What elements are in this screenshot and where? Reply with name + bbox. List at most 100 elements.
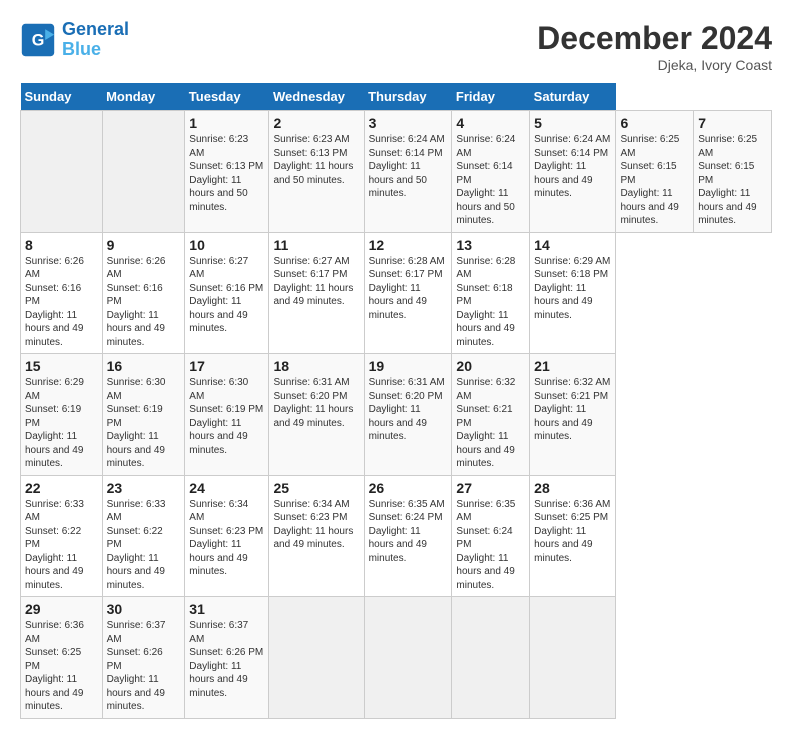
day-number: 23: [107, 480, 181, 496]
calendar-cell: 9 Sunrise: 6:26 AM Sunset: 6:16 PM Dayli…: [102, 232, 185, 354]
day-number: 25: [273, 480, 359, 496]
day-info: Sunrise: 6:27 AM Sunset: 6:16 PM Dayligh…: [189, 256, 263, 335]
weekday-header-wednesday: Wednesday: [269, 83, 364, 111]
page-header: G General Blue December 2024 Djeka, Ivor…: [20, 20, 772, 73]
logo-line2: Blue: [62, 39, 101, 59]
weekday-header-monday: Monday: [102, 83, 185, 111]
calendar-cell: 24 Sunrise: 6:34 AM Sunset: 6:23 PM Dayl…: [185, 475, 269, 597]
calendar-cell: [452, 597, 530, 719]
day-info: Sunrise: 6:25 AM Sunset: 6:15 PM Dayligh…: [698, 134, 757, 226]
day-info: Sunrise: 6:32 AM Sunset: 6:21 PM Dayligh…: [534, 377, 610, 442]
calendar-week-row: 8 Sunrise: 6:26 AM Sunset: 6:16 PM Dayli…: [21, 232, 772, 354]
weekday-header-friday: Friday: [452, 83, 530, 111]
calendar-cell: 13 Sunrise: 6:28 AM Sunset: 6:18 PM Dayl…: [452, 232, 530, 354]
day-number: 1: [189, 115, 264, 131]
calendar-cell: [21, 111, 103, 233]
day-number: 28: [534, 480, 611, 496]
weekday-header-saturday: Saturday: [530, 83, 616, 111]
calendar-cell: 27 Sunrise: 6:35 AM Sunset: 6:24 PM Dayl…: [452, 475, 530, 597]
logo-icon: G: [20, 22, 56, 58]
day-info: Sunrise: 6:36 AM Sunset: 6:25 PM Dayligh…: [534, 499, 610, 564]
day-number: 12: [369, 237, 448, 253]
day-number: 8: [25, 237, 98, 253]
day-number: 9: [107, 237, 181, 253]
day-number: 27: [456, 480, 525, 496]
calendar-week-row: 1 Sunrise: 6:23 AM Sunset: 6:13 PM Dayli…: [21, 111, 772, 233]
calendar-cell: 11 Sunrise: 6:27 AM Sunset: 6:17 PM Dayl…: [269, 232, 364, 354]
calendar-cell: 22 Sunrise: 6:33 AM Sunset: 6:22 PM Dayl…: [21, 475, 103, 597]
calendar-cell: 2 Sunrise: 6:23 AM Sunset: 6:13 PM Dayli…: [269, 111, 364, 233]
calendar-cell: 18 Sunrise: 6:31 AM Sunset: 6:20 PM Dayl…: [269, 354, 364, 476]
calendar-week-row: 22 Sunrise: 6:33 AM Sunset: 6:22 PM Dayl…: [21, 475, 772, 597]
day-number: 20: [456, 358, 525, 374]
day-number: 19: [369, 358, 448, 374]
day-number: 24: [189, 480, 264, 496]
day-info: Sunrise: 6:25 AM Sunset: 6:15 PM Dayligh…: [620, 134, 679, 226]
logo-text: General Blue: [62, 20, 129, 60]
day-number: 2: [273, 115, 359, 131]
day-info: Sunrise: 6:28 AM Sunset: 6:17 PM Dayligh…: [369, 256, 445, 321]
calendar-cell: 10 Sunrise: 6:27 AM Sunset: 6:16 PM Dayl…: [185, 232, 269, 354]
weekday-header-tuesday: Tuesday: [185, 83, 269, 111]
calendar-cell: 20 Sunrise: 6:32 AM Sunset: 6:21 PM Dayl…: [452, 354, 530, 476]
calendar-cell: [102, 111, 185, 233]
day-number: 17: [189, 358, 264, 374]
day-info: Sunrise: 6:35 AM Sunset: 6:24 PM Dayligh…: [456, 499, 515, 591]
day-info: Sunrise: 6:31 AM Sunset: 6:20 PM Dayligh…: [273, 377, 353, 429]
calendar-cell: 1 Sunrise: 6:23 AM Sunset: 6:13 PM Dayli…: [185, 111, 269, 233]
day-info: Sunrise: 6:29 AM Sunset: 6:18 PM Dayligh…: [534, 256, 610, 321]
day-info: Sunrise: 6:33 AM Sunset: 6:22 PM Dayligh…: [107, 499, 166, 591]
calendar-week-row: 15 Sunrise: 6:29 AM Sunset: 6:19 PM Dayl…: [21, 354, 772, 476]
calendar-week-row: 29 Sunrise: 6:36 AM Sunset: 6:25 PM Dayl…: [21, 597, 772, 719]
day-info: Sunrise: 6:34 AM Sunset: 6:23 PM Dayligh…: [273, 499, 353, 551]
day-info: Sunrise: 6:30 AM Sunset: 6:19 PM Dayligh…: [189, 377, 263, 456]
calendar-cell: 7 Sunrise: 6:25 AM Sunset: 6:15 PM Dayli…: [694, 111, 772, 233]
day-info: Sunrise: 6:29 AM Sunset: 6:19 PM Dayligh…: [25, 377, 84, 469]
day-number: 10: [189, 237, 264, 253]
logo: G General Blue: [20, 20, 129, 60]
day-number: 15: [25, 358, 98, 374]
day-number: 29: [25, 601, 98, 617]
day-number: 18: [273, 358, 359, 374]
calendar-cell: [364, 597, 452, 719]
day-info: Sunrise: 6:33 AM Sunset: 6:22 PM Dayligh…: [25, 499, 84, 591]
calendar-cell: 23 Sunrise: 6:33 AM Sunset: 6:22 PM Dayl…: [102, 475, 185, 597]
day-number: 14: [534, 237, 611, 253]
calendar-cell: 6 Sunrise: 6:25 AM Sunset: 6:15 PM Dayli…: [616, 111, 694, 233]
day-number: 4: [456, 115, 525, 131]
calendar-cell: 5 Sunrise: 6:24 AM Sunset: 6:14 PM Dayli…: [530, 111, 616, 233]
calendar-cell: 12 Sunrise: 6:28 AM Sunset: 6:17 PM Dayl…: [364, 232, 452, 354]
day-info: Sunrise: 6:27 AM Sunset: 6:17 PM Dayligh…: [273, 256, 353, 308]
day-info: Sunrise: 6:24 AM Sunset: 6:14 PM Dayligh…: [369, 134, 445, 199]
day-info: Sunrise: 6:35 AM Sunset: 6:24 PM Dayligh…: [369, 499, 445, 564]
calendar-cell: 14 Sunrise: 6:29 AM Sunset: 6:18 PM Dayl…: [530, 232, 616, 354]
day-number: 21: [534, 358, 611, 374]
day-info: Sunrise: 6:31 AM Sunset: 6:20 PM Dayligh…: [369, 377, 445, 442]
day-number: 30: [107, 601, 181, 617]
day-number: 16: [107, 358, 181, 374]
day-info: Sunrise: 6:37 AM Sunset: 6:26 PM Dayligh…: [107, 620, 166, 712]
weekday-header-thursday: Thursday: [364, 83, 452, 111]
calendar-cell: 16 Sunrise: 6:30 AM Sunset: 6:19 PM Dayl…: [102, 354, 185, 476]
day-number: 3: [369, 115, 448, 131]
day-number: 7: [698, 115, 767, 131]
calendar-cell: 15 Sunrise: 6:29 AM Sunset: 6:19 PM Dayl…: [21, 354, 103, 476]
day-info: Sunrise: 6:24 AM Sunset: 6:14 PM Dayligh…: [534, 134, 610, 199]
svg-text:G: G: [32, 31, 45, 49]
calendar-cell: 31 Sunrise: 6:37 AM Sunset: 6:26 PM Dayl…: [185, 597, 269, 719]
day-info: Sunrise: 6:26 AM Sunset: 6:16 PM Dayligh…: [107, 256, 166, 348]
calendar-cell: 3 Sunrise: 6:24 AM Sunset: 6:14 PM Dayli…: [364, 111, 452, 233]
day-number: 13: [456, 237, 525, 253]
day-number: 26: [369, 480, 448, 496]
calendar-table: SundayMondayTuesdayWednesdayThursdayFrid…: [20, 83, 772, 719]
weekday-header-sunday: Sunday: [21, 83, 103, 111]
calendar-cell: 21 Sunrise: 6:32 AM Sunset: 6:21 PM Dayl…: [530, 354, 616, 476]
calendar-cell: 25 Sunrise: 6:34 AM Sunset: 6:23 PM Dayl…: [269, 475, 364, 597]
calendar-cell: [530, 597, 616, 719]
calendar-cell: 8 Sunrise: 6:26 AM Sunset: 6:16 PM Dayli…: [21, 232, 103, 354]
calendar-cell: 17 Sunrise: 6:30 AM Sunset: 6:19 PM Dayl…: [185, 354, 269, 476]
month-title: December 2024: [537, 20, 772, 57]
day-number: 22: [25, 480, 98, 496]
calendar-cell: 19 Sunrise: 6:31 AM Sunset: 6:20 PM Dayl…: [364, 354, 452, 476]
day-number: 11: [273, 237, 359, 253]
